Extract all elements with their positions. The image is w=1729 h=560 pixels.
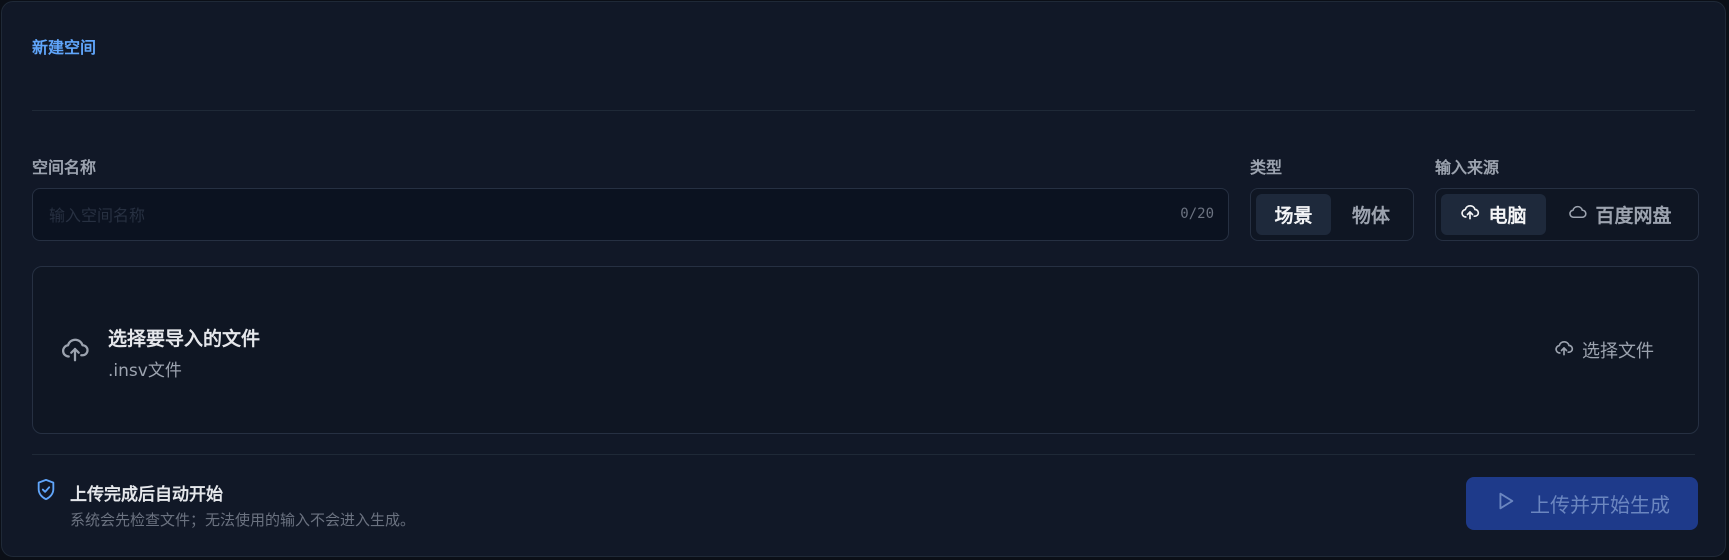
new-space-panel: 新建空间 空间名称 0/20 类型 场景 物体 输入来源 电脑 — [1, 1, 1726, 557]
type-option-label: 场景 — [1274, 205, 1313, 227]
shield-check-icon — [35, 478, 57, 506]
header-divider — [32, 110, 1695, 111]
source-option-computer[interactable]: 电脑 — [1441, 194, 1546, 235]
source-segmented-control: 电脑 百度网盘 — [1435, 188, 1699, 241]
cloud-icon — [1568, 203, 1588, 227]
play-icon — [1494, 490, 1516, 517]
input-source-label: 输入来源 — [1435, 158, 1500, 177]
select-file-label: 选择文件 — [1582, 341, 1654, 362]
space-name-label: 空间名称 — [32, 158, 97, 177]
cloud-upload-icon — [1460, 202, 1480, 227]
upload-and-generate-label: 上传并开始生成 — [1530, 493, 1670, 517]
type-option-object[interactable]: 物体 — [1335, 194, 1407, 235]
auto-start-title: 上传完成后自动开始 — [70, 485, 223, 505]
space-name-input[interactable] — [47, 189, 1131, 242]
footer-divider — [32, 454, 1695, 455]
char-count: 0/20 — [1180, 206, 1214, 222]
panel-title: 新建空间 — [32, 38, 97, 57]
type-segmented-control: 场景 物体 — [1250, 188, 1414, 241]
cloud-upload-icon — [1554, 338, 1574, 363]
auto-start-description: 系统会先检查文件；无法使用的输入不会进入生成。 — [70, 511, 416, 529]
type-option-scene[interactable]: 场景 — [1256, 194, 1331, 235]
source-option-label: 百度网盘 — [1595, 205, 1672, 227]
source-option-baidu-netdisk[interactable]: 百度网盘 — [1550, 194, 1690, 235]
source-option-label: 电脑 — [1488, 205, 1527, 227]
dropzone-subtitle: .insv文件 — [108, 361, 182, 381]
file-dropzone[interactable]: 选择要导入的文件 .insv文件 选择文件 — [32, 266, 1699, 434]
cloud-upload-icon — [60, 334, 90, 368]
space-name-field: 0/20 — [32, 188, 1229, 242]
type-option-label: 物体 — [1351, 205, 1390, 227]
select-file-button[interactable]: 选择文件 — [1554, 337, 1654, 363]
dropzone-title: 选择要导入的文件 — [108, 328, 261, 350]
upload-and-generate-button[interactable]: 上传并开始生成 — [1466, 477, 1698, 530]
type-label: 类型 — [1250, 158, 1283, 177]
